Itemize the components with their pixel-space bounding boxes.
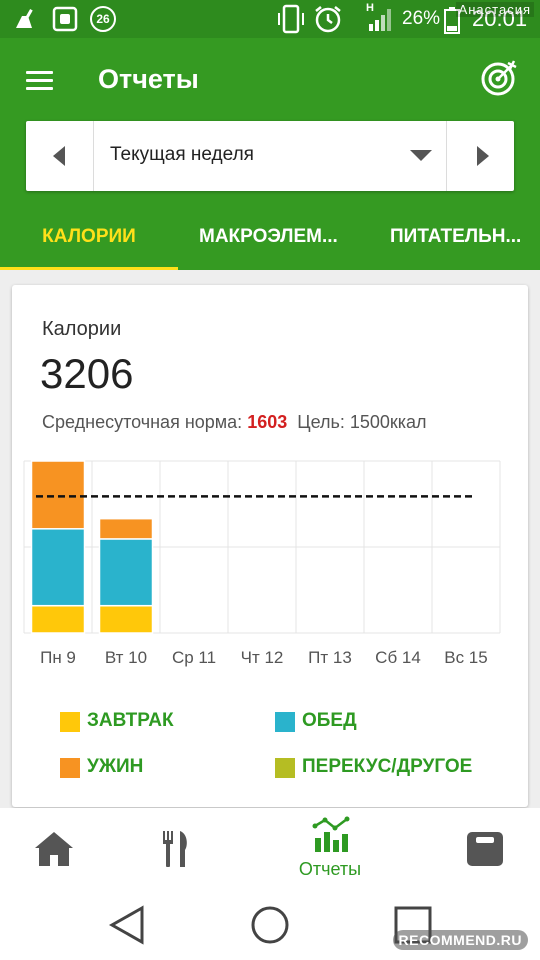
chevron-right-icon — [477, 146, 489, 166]
legend-swatch — [60, 712, 80, 732]
period-label: Текущая неделя — [110, 144, 254, 165]
x-tick-label: Пн 9 — [40, 648, 76, 667]
alarm-clock-icon — [315, 6, 341, 33]
scale-icon — [467, 832, 503, 866]
signal-icon — [369, 9, 391, 31]
legend-swatch — [275, 758, 295, 778]
system-navigation-bar: RECOMMEND.RU — [0, 888, 540, 960]
battery-percent: 26% — [402, 8, 441, 29]
bar-segment — [98, 538, 154, 607]
home-icon — [35, 832, 73, 866]
period-dropdown[interactable]: Текущая неделя — [94, 121, 446, 191]
dropdown-arrow-icon — [410, 150, 432, 161]
watermark-user: Анастасия — [455, 2, 534, 17]
nav-scale[interactable] — [450, 808, 520, 888]
reports-chart-icon — [312, 816, 350, 852]
app-bar: Отчеты Текущая неделя КАЛОРИИ МАКРОЭЛЕМ.… — [0, 38, 540, 270]
chevron-left-icon — [53, 146, 65, 166]
phone-vibrate-icon — [278, 4, 304, 34]
legend-swatch — [275, 712, 295, 732]
nav-reports-label: Отчеты — [298, 859, 362, 879]
x-tick-label: Ср 11 — [172, 648, 216, 667]
calories-card: Калории 3206 Среднесуточная норма: 1603 … — [12, 285, 528, 807]
x-tick-label: Сб 14 — [375, 648, 421, 667]
watermark: RECOMMEND.RU — [392, 930, 528, 950]
bar-segment — [30, 528, 86, 607]
bar-segment — [98, 604, 154, 634]
nav-reports[interactable]: Отчеты — [280, 808, 380, 888]
report-tabs: КАЛОРИИ МАКРОЭЛЕМ... ПИТАТЕЛЬН... — [0, 219, 540, 270]
daily-average-label: Среднесуточная норма: — [42, 412, 243, 432]
target-goal-icon[interactable] — [478, 58, 518, 98]
nav-diary[interactable] — [140, 808, 210, 888]
broom-icon — [16, 9, 33, 28]
x-tick-label: Вс 15 — [444, 648, 487, 667]
period-selector: Текущая неделя — [26, 121, 514, 191]
back-icon[interactable] — [106, 904, 148, 946]
bar-segment — [30, 604, 86, 634]
status-bar: 26 H 26% 20:01 Анастасия — [0, 0, 540, 38]
notification-badge-count: 26 — [96, 12, 110, 26]
chart-legend: ЗАВТРАК ОБЕД УЖИН ПЕРЕКУС/ДРУГОЕ — [60, 706, 520, 796]
calories-total: 3206 — [40, 350, 134, 397]
legend-swatch — [60, 758, 80, 778]
tab-nutrients[interactable]: ПИТАТЕЛЬН... — [390, 219, 540, 270]
tab-macronutrients[interactable]: МАКРОЭЛЕМ... — [199, 219, 359, 270]
hamburger-icon — [26, 71, 53, 74]
home-circle-icon[interactable] — [249, 904, 291, 946]
bar-segment — [98, 517, 154, 540]
bar-segment — [30, 460, 86, 530]
next-period-button[interactable] — [446, 121, 514, 191]
page-title: Отчеты — [98, 64, 199, 94]
x-tick-label: Пт 13 — [308, 648, 352, 667]
notification-badge-icon: 26 — [90, 6, 116, 32]
calories-summary: Среднесуточная норма: 1603 Цель: 1500кка… — [42, 412, 427, 433]
calories-chart: Пн 9 Вт 10 Ср 11 Чт 12 Пт 13 Сб 14 Вс 15 — [23, 460, 501, 667]
previous-period-button[interactable] — [26, 121, 94, 191]
x-tick-label: Чт 12 — [241, 648, 284, 667]
fork-knife-icon — [163, 831, 187, 867]
nav-home[interactable] — [20, 808, 90, 888]
bottom-navigation: Отчеты — [0, 808, 540, 888]
gallery-icon — [52, 6, 78, 32]
menu-button[interactable] — [22, 66, 62, 96]
card-title: Калории — [42, 318, 122, 340]
active-tab-indicator — [0, 267, 178, 270]
tab-calories[interactable]: КАЛОРИИ — [0, 219, 178, 270]
x-tick-label: Вт 10 — [105, 648, 147, 667]
daily-average-value: 1603 — [247, 412, 288, 432]
goal-label: Цель: 1500ккал — [297, 412, 427, 432]
